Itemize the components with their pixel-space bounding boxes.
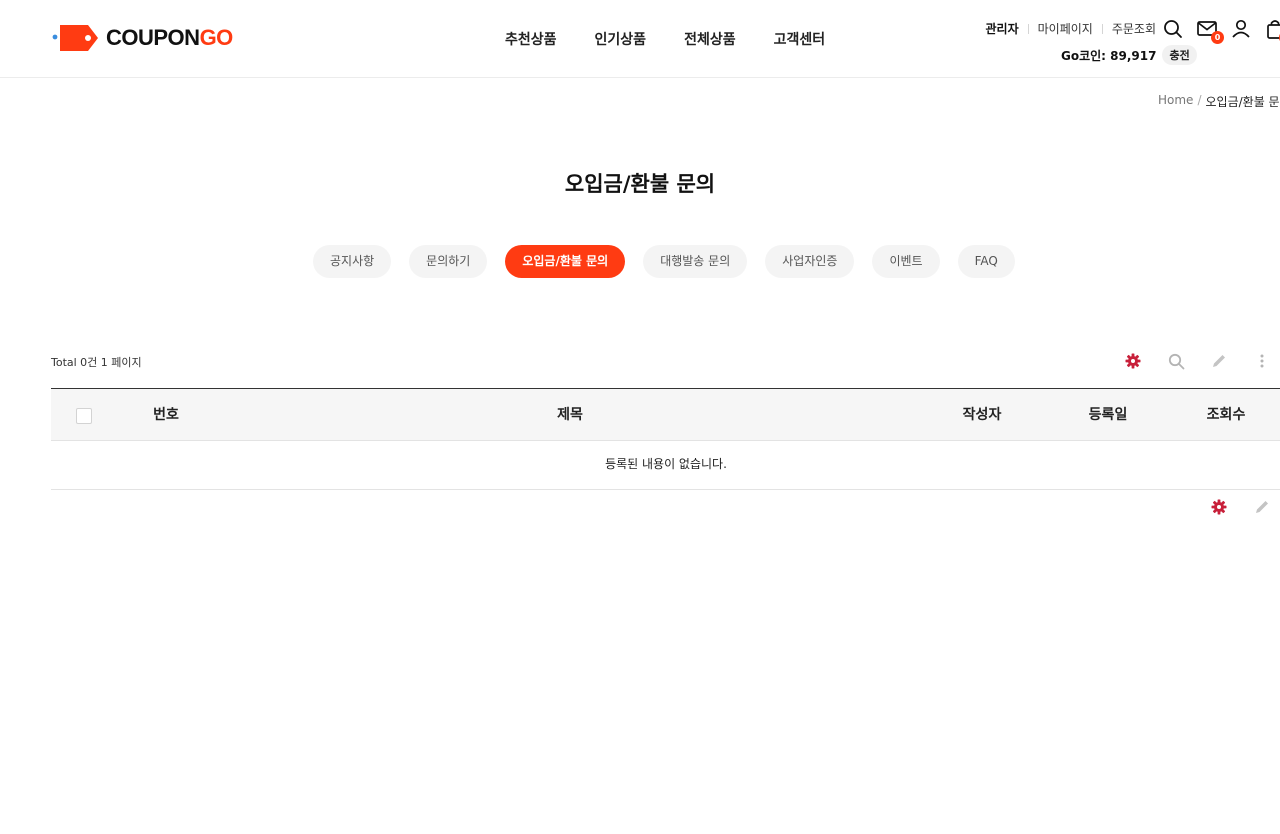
column-date: 등록일 <box>1088 407 1128 423</box>
util-links: 관리자 마이페이지 주문조회 <box>986 20 1157 37</box>
pencil-icon[interactable] <box>1210 352 1228 370</box>
logo-text-accent: GO <box>199 25 234 50</box>
tab-business-verification[interactable]: 사업자인증 <box>765 245 855 278</box>
tab-event[interactable]: 이벤트 <box>872 245 940 278</box>
logo-text: COUPONGO <box>106 25 233 51</box>
nav-item-customer-center[interactable]: 고객센터 <box>774 29 826 49</box>
breadcrumb-current: 오입금/환불 문의 <box>1205 95 1280 109</box>
order-lookup-link[interactable]: 주문조회 <box>1112 20 1156 37</box>
breadcrumb-home[interactable]: Home <box>1158 93 1193 110</box>
main-nav: 추천상품 인기상품 전체상품 고객센터 <box>505 29 863 49</box>
breadcrumb-separator: / <box>1197 93 1202 107</box>
board-tabs: 공지사항 문의하기 오입금/환불 문의 대행발송 문의 사업자인증 이벤트 FA… <box>313 245 1033 278</box>
site-header: COUPONGO 추천상품 인기상품 전체상품 고객센터 관리자 마이페이지 주… <box>0 0 1280 78</box>
board-table: 번호 제목 작성자 등록일 조회수 등록된 내용이 없습니다. <box>51 388 1280 490</box>
board-tools <box>1124 352 1280 370</box>
mail-icon[interactable]: 0 <box>1196 18 1224 44</box>
message-count-badge: 0 <box>1211 31 1224 44</box>
cart-icon[interactable]: 0 <box>1264 18 1280 44</box>
column-author: 작성자 <box>962 407 1002 423</box>
tab-notice[interactable]: 공지사항 <box>313 245 392 278</box>
site-logo[interactable]: COUPONGO <box>52 22 233 54</box>
nav-item-recommended[interactable]: 추천상품 <box>505 29 557 49</box>
logo-icon <box>52 22 100 54</box>
charge-button[interactable]: 충전 <box>1162 45 1197 65</box>
user-icon[interactable] <box>1230 18 1252 40</box>
empty-message: 등록된 내용이 없습니다. <box>51 441 1280 490</box>
select-all-checkbox[interactable] <box>76 408 92 424</box>
column-subject: 제목 <box>557 407 583 423</box>
util-divider <box>1027 23 1029 34</box>
pencil-icon[interactable] <box>1253 498 1271 516</box>
mypage-link[interactable]: 마이페이지 <box>1038 20 1093 37</box>
gear-icon[interactable] <box>1210 498 1228 516</box>
more-vertical-icon[interactable] <box>1253 352 1271 370</box>
logo-text-main: COUPON <box>106 25 200 50</box>
tab-inquiry[interactable]: 문의하기 <box>409 245 488 278</box>
table-header: 번호 제목 작성자 등록일 조회수 <box>51 388 1280 441</box>
page-title: 오입금/환불 문의 <box>564 172 716 196</box>
nav-item-popular[interactable]: 인기상품 <box>595 29 647 49</box>
coin-balance: Go코인: 89,917 충전 <box>1061 45 1197 65</box>
tab-refund-inquiry[interactable]: 오입금/환불 문의 <box>505 245 626 278</box>
util-divider <box>1101 23 1103 34</box>
column-views: 조회수 <box>1206 407 1246 423</box>
column-number: 번호 <box>153 407 179 423</box>
coin-label: Go코인: 89,917 <box>1061 48 1157 63</box>
header-icons: 0 0 <box>1162 18 1280 44</box>
board-bottom-tools <box>1210 498 1280 516</box>
admin-link[interactable]: 관리자 <box>986 20 1019 37</box>
tab-proxy-shipping[interactable]: 대행발송 문의 <box>643 245 748 278</box>
search-icon[interactable] <box>1162 18 1184 40</box>
gear-icon[interactable] <box>1124 352 1142 370</box>
tab-faq[interactable]: FAQ <box>957 245 1015 278</box>
nav-item-all-products[interactable]: 전체상품 <box>684 29 736 49</box>
board-total-count: Total 0건 1 페이지 <box>51 356 142 369</box>
breadcrumb: Home / 오입금/환불 문의 <box>1158 93 1280 110</box>
search-icon[interactable] <box>1167 352 1185 370</box>
